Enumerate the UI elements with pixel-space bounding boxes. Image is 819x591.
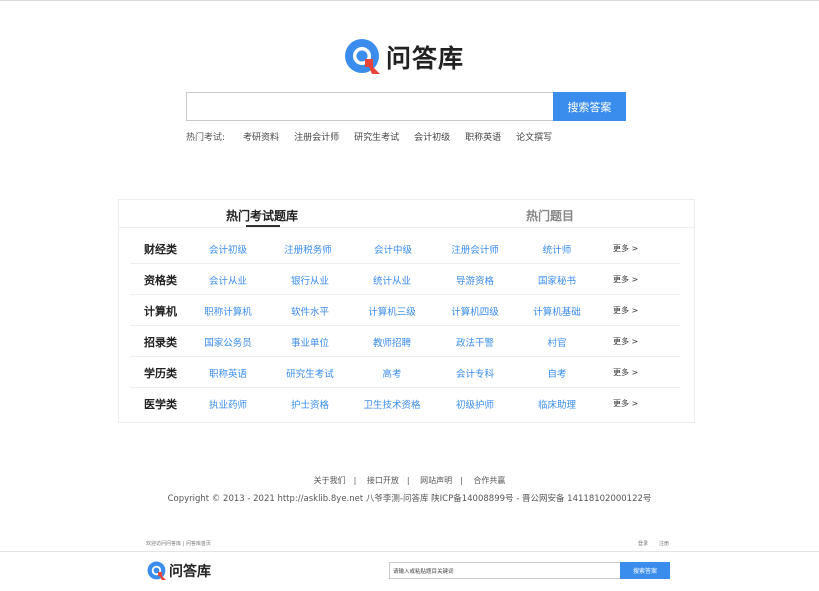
- exam-link[interactable]: 村官: [514, 335, 600, 349]
- exam-link[interactable]: 政法干警: [432, 335, 518, 349]
- category-row: 计算机 职称计算机 软件水平 计算机三级 计算机四级 计算机基础 更多 >: [130, 294, 680, 326]
- hot-exam-link[interactable]: 注册会计师: [294, 130, 339, 143]
- category-row: 资格类 会计从业 银行从业 统计从业 导游资格 国家秘书 更多 >: [130, 263, 680, 295]
- bottom-search-button[interactable]: 搜索答案: [620, 562, 670, 579]
- more-link[interactable]: 更多 >: [613, 398, 638, 409]
- bottom-search-input[interactable]: 请输入或粘贴题目关键词: [389, 562, 620, 579]
- exam-link[interactable]: 会计中级: [350, 242, 436, 256]
- bottom-login-link[interactable]: 登录: [638, 540, 648, 547]
- category-name: 资格类: [144, 274, 177, 287]
- bottom-search: 请输入或粘贴题目关键词 搜索答案: [389, 562, 674, 579]
- hot-exam-link[interactable]: 研究生考试: [354, 130, 399, 143]
- footer-separator: |: [406, 476, 410, 485]
- exam-link[interactable]: 临床助理: [514, 397, 600, 411]
- exam-link[interactable]: 高考: [349, 366, 435, 380]
- copyright-text: Copyright © 2013 - 2021 http://asklib.8y…: [167, 494, 652, 504]
- footer-link-statement[interactable]: 网站声明: [420, 476, 452, 485]
- category-row: 医学类 执业药师 护士资格 卫生技术资格 初级护师 临床助理 更多 >: [130, 387, 680, 418]
- bottom-welcome-text[interactable]: 欢迎访问问答库 | 问答库首页: [146, 540, 211, 547]
- hot-exam-link[interactable]: 职称英语: [465, 130, 501, 143]
- hot-exam-link[interactable]: 论文撰写: [516, 130, 552, 143]
- exam-link[interactable]: 计算机基础: [514, 304, 600, 318]
- exam-link[interactable]: 会计专科: [432, 366, 518, 380]
- exam-link[interactable]: 计算机三级: [349, 304, 435, 318]
- hot-exams-label: 热门考试:: [186, 133, 226, 143]
- exam-link[interactable]: 职称英语: [185, 366, 271, 380]
- exam-link[interactable]: 职称计算机: [185, 304, 271, 318]
- category-name: 财经类: [144, 243, 177, 256]
- hot-exam-link[interactable]: 考研资料: [243, 130, 279, 143]
- exam-link[interactable]: 执业药师: [185, 397, 271, 411]
- exam-link[interactable]: 银行从业: [267, 273, 353, 287]
- hot-exams-row: 热门考试: 考研资料 注册会计师 研究生考试 会计初级 职称英语 论文撰写: [186, 130, 567, 143]
- exam-link[interactable]: 会计初级: [185, 242, 271, 256]
- category-name: 招录类: [144, 336, 177, 349]
- q-logo-icon: [147, 561, 167, 581]
- footer-separator: |: [460, 476, 463, 485]
- category-row: 招录类 国家公务员 事业单位 教师招聘 政法干警 村官 更多 >: [130, 325, 680, 357]
- exam-link[interactable]: 卫生技术资格: [349, 397, 435, 411]
- tab-divider: [119, 227, 694, 228]
- brand-name: 问答库: [386, 44, 465, 73]
- q-logo-icon: [344, 38, 382, 76]
- exam-link[interactable]: 统计从业: [349, 273, 435, 287]
- exam-link[interactable]: 计算机四级: [432, 304, 518, 318]
- more-link[interactable]: 更多 >: [613, 367, 638, 378]
- footer-link-cooperation[interactable]: 合作共赢: [473, 476, 505, 485]
- bottom-brand-logo[interactable]: 问答库: [147, 561, 211, 581]
- search-input[interactable]: [186, 92, 553, 121]
- exam-link[interactable]: 软件水平: [267, 304, 353, 318]
- tab-hot-questions[interactable]: 热门题目: [526, 207, 574, 224]
- exam-link[interactable]: 注册会计师: [432, 242, 518, 256]
- more-link[interactable]: 更多 >: [613, 243, 638, 254]
- exam-link[interactable]: 初级护师: [432, 397, 518, 411]
- more-link[interactable]: 更多 >: [613, 305, 638, 316]
- tab-hot-exam-banks[interactable]: 热门考试题库: [226, 207, 298, 224]
- footer-link-about[interactable]: 关于我们: [314, 476, 346, 485]
- exam-link[interactable]: 自考: [514, 366, 600, 380]
- exam-link[interactable]: 会计从业: [185, 273, 271, 287]
- category-row: 财经类 会计初级 注册税务师 会计中级 注册会计师 统计师 更多 >: [130, 232, 680, 264]
- exam-link[interactable]: 导游资格: [432, 273, 518, 287]
- footer-link-api[interactable]: 接口开放: [367, 476, 399, 485]
- exam-link[interactable]: 国家公务员: [185, 335, 271, 349]
- exam-link[interactable]: 统计师: [514, 242, 600, 256]
- brand-logo[interactable]: 问答库: [344, 38, 464, 76]
- hot-exam-link[interactable]: 会计初级: [414, 130, 450, 143]
- bottom-brand-name: 问答库: [169, 564, 211, 580]
- exam-link[interactable]: 教师招聘: [349, 335, 435, 349]
- top-divider: [0, 0, 819, 1]
- exam-link[interactable]: 护士资格: [267, 397, 353, 411]
- category-name: 学历类: [144, 367, 177, 380]
- category-row: 学历类 职称英语 研究生考试 高考 会计专科 自考 更多 >: [130, 356, 680, 388]
- category-name: 医学类: [144, 398, 177, 411]
- more-link[interactable]: 更多 >: [613, 274, 638, 285]
- bottom-register-link[interactable]: 注册: [659, 540, 669, 547]
- category-name: 计算机: [144, 305, 177, 318]
- search-button[interactable]: 搜索答案: [552, 92, 626, 121]
- search-bar: 搜索答案: [186, 92, 626, 121]
- exam-link[interactable]: 注册税务师: [265, 242, 351, 256]
- exam-link[interactable]: 研究生考试: [267, 366, 353, 380]
- more-link[interactable]: 更多 >: [613, 336, 638, 347]
- exam-link[interactable]: 国家秘书: [514, 273, 600, 287]
- footer-separator: |: [353, 476, 357, 485]
- exam-link[interactable]: 事业单位: [267, 335, 353, 349]
- footer-links: 关于我们 | 接口开放 | 网站声明 | 合作共赢: [0, 475, 819, 486]
